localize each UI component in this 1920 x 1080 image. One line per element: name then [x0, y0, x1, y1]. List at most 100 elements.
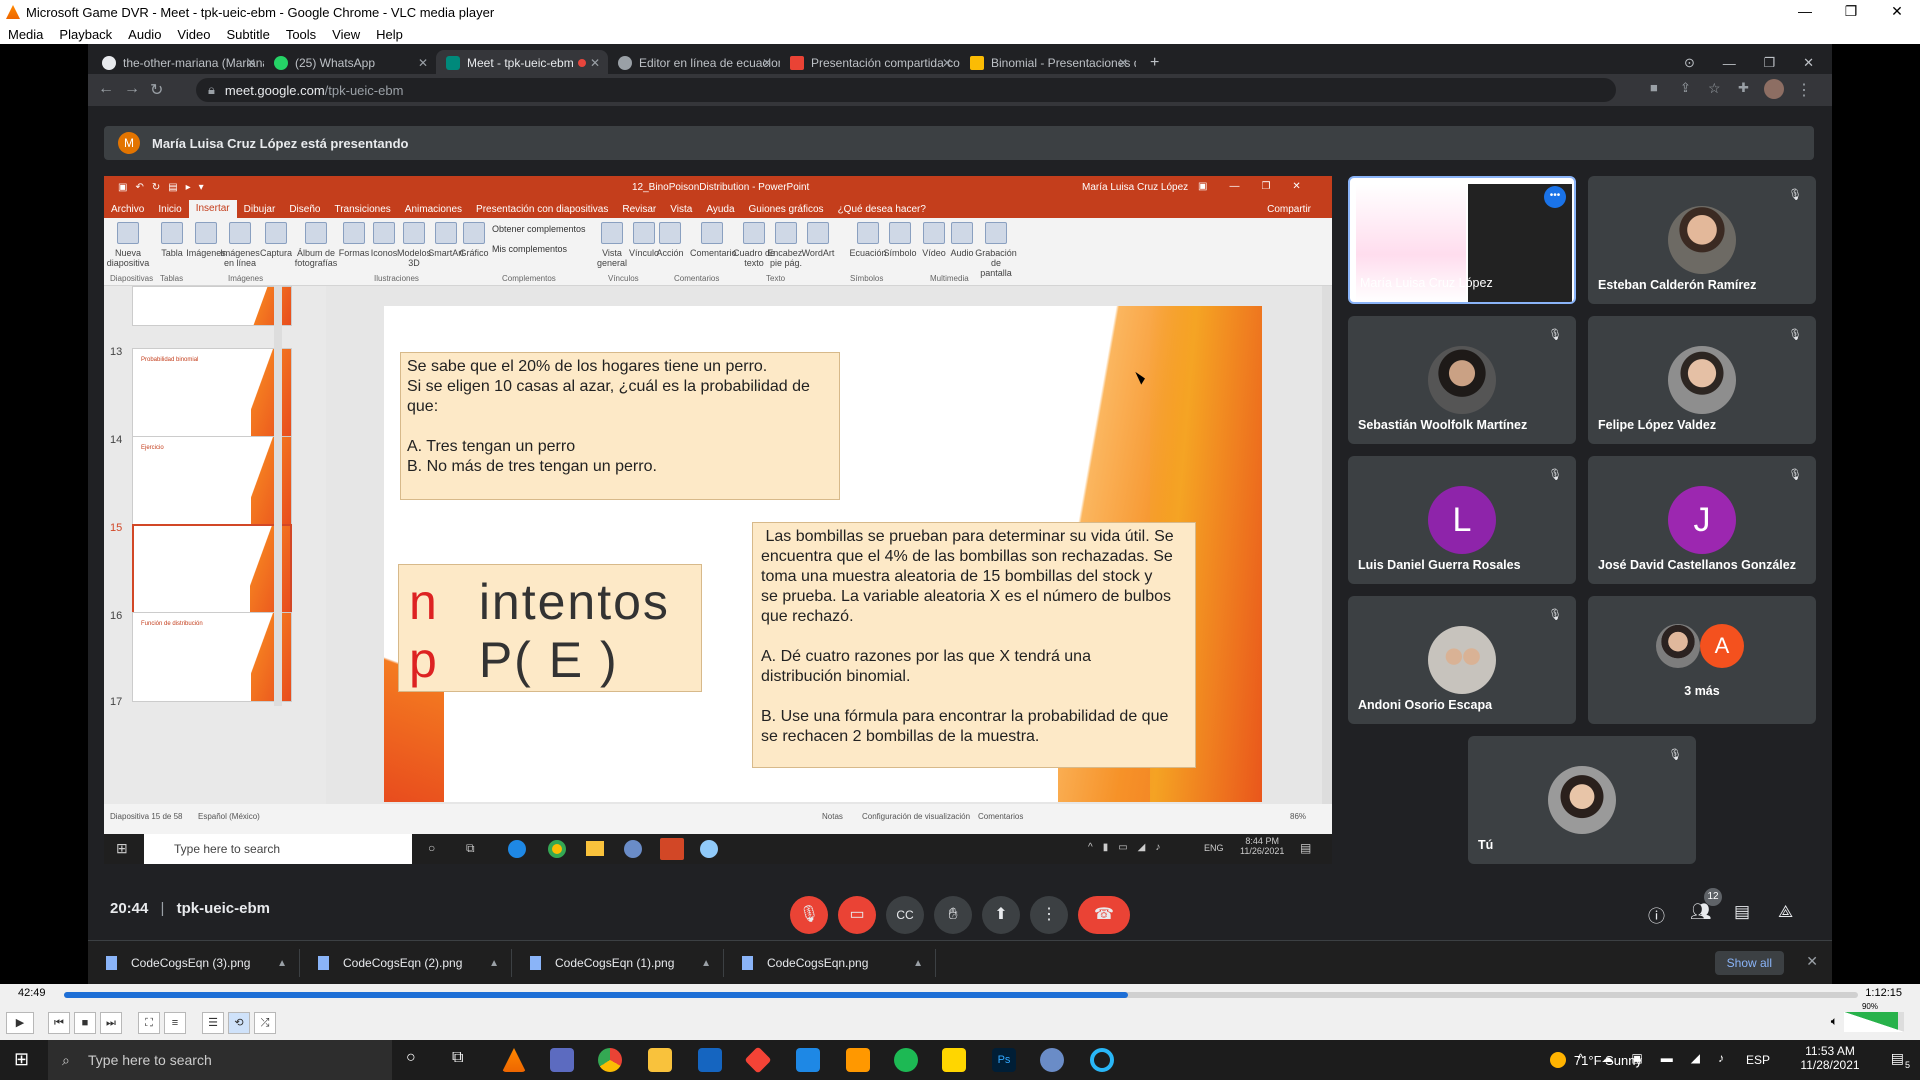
windows-start-icon[interactable]: ⊞: [14, 1049, 29, 1070]
edge-icon[interactable]: [508, 840, 526, 858]
close-tab-icon[interactable]: ✕: [762, 56, 772, 70]
close-button[interactable]: ✕: [1803, 55, 1814, 71]
minimize-button[interactable]: —: [1782, 0, 1828, 24]
close-downloads-icon[interactable]: ✕: [1806, 953, 1818, 970]
camera-toggle-button[interactable]: ▭: [838, 896, 876, 934]
menu-view[interactable]: View: [324, 27, 368, 42]
seek-bar[interactable]: [64, 992, 1858, 998]
menu-playback[interactable]: Playback: [51, 27, 120, 42]
chevron-up-icon[interactable]: ▲: [913, 958, 923, 969]
slide-thumbnail[interactable]: Función de distribución: [132, 612, 292, 702]
loop-button[interactable]: ⟲: [228, 1012, 250, 1034]
share-button[interactable]: Compartir: [1260, 204, 1318, 215]
slide-scrollbar[interactable]: [1322, 286, 1332, 804]
previous-button[interactable]: ⏮: [48, 1012, 70, 1034]
app-icon[interactable]: [700, 840, 718, 858]
participant-tile-presenter[interactable]: ••• María Luisa Cruz López: [1348, 176, 1576, 304]
git-icon[interactable]: [744, 1046, 772, 1074]
r-app-icon[interactable]: [1040, 1048, 1064, 1072]
play-button[interactable]: ▶: [6, 1012, 34, 1034]
display-settings-button[interactable]: Configuración de visualización: [862, 812, 970, 821]
extensions-icon[interactable]: ✚: [1738, 80, 1749, 96]
comments-button[interactable]: Comentarios: [978, 812, 1023, 821]
photoshop-icon[interactable]: Ps: [992, 1048, 1016, 1072]
minimize-button[interactable]: —: [1723, 56, 1736, 71]
fullscreen-button[interactable]: ⛶: [138, 1012, 160, 1034]
next-button[interactable]: ⏭: [100, 1012, 122, 1034]
share-icon[interactable]: ⇪: [1680, 80, 1691, 96]
task-view-icon[interactable]: ⧉: [452, 1049, 463, 1067]
tab-whatsapp[interactable]: (25) WhatsApp ✕: [264, 50, 436, 76]
app-icon[interactable]: [550, 1048, 574, 1072]
menu-help[interactable]: Help: [368, 27, 411, 42]
menu-media[interactable]: Media: [0, 27, 51, 42]
speaker-icon[interactable]: 🔈︎: [1831, 1014, 1838, 1029]
menu-video[interactable]: Video: [169, 27, 218, 42]
participant-tile-self[interactable]: 🎙︎ Tú: [1468, 736, 1696, 864]
slide-thumbnail[interactable]: Ejercicio: [132, 436, 292, 526]
ribbon-item[interactable]: WordArt: [796, 222, 840, 258]
ribbon-tab[interactable]: Inicio: [151, 204, 188, 215]
sublime-icon[interactable]: [846, 1048, 870, 1072]
powershell-icon[interactable]: [698, 1048, 722, 1072]
chrome-app-icon[interactable]: [598, 1048, 622, 1072]
mic-toggle-button[interactable]: 🎙︎: [790, 896, 828, 934]
leave-call-button[interactable]: ☎︎: [1078, 896, 1130, 934]
tab-meet[interactable]: Meet - tpk-ueic-ebm ✕: [436, 50, 608, 76]
tab-github[interactable]: the-other-mariana (Mariana Ával ✕: [92, 50, 264, 76]
chevron-up-icon[interactable]: ▲: [489, 958, 499, 969]
windows-start-icon[interactable]: ⊞: [116, 840, 128, 857]
file-explorer-icon[interactable]: [586, 841, 604, 856]
url-field[interactable]: 🔒︎ meet.google.com/tpk-ueic-ebm: [196, 78, 1616, 102]
participant-tile[interactable]: 🎙︎ Felipe López Valdez: [1588, 316, 1816, 444]
ribbon-tab[interactable]: Guiones gráficos: [742, 204, 831, 215]
ribbon-tab[interactable]: Animaciones: [398, 204, 469, 215]
maximize-button[interactable]: ❐: [1828, 0, 1874, 24]
r-app-icon[interactable]: [624, 840, 642, 858]
ribbon-tab-search[interactable]: ¿Qué desea hacer?: [831, 204, 933, 215]
notation-box[interactable]: n intentos p P( E ): [398, 564, 702, 692]
my-addins[interactable]: Mis complementos: [492, 244, 567, 254]
bookmark-star-icon[interactable]: ☆: [1708, 80, 1721, 97]
ribbon-item[interactable]: Comentario: [690, 222, 737, 258]
taskbar-search-box[interactable]: ⌕ Type here to search: [48, 1040, 392, 1080]
ribbon-tab[interactable]: Vista: [663, 204, 699, 215]
participant-tile[interactable]: 🎙︎ Esteban Calderón Ramírez: [1588, 176, 1816, 304]
close-button[interactable]: ✕: [1874, 0, 1920, 24]
chrome-icon[interactable]: [548, 840, 566, 858]
close-tab-icon[interactable]: ✕: [246, 56, 256, 70]
participant-tile[interactable]: 🎙︎ Andoni Osorio Escapa: [1348, 596, 1576, 724]
question-box-1[interactable]: Se sabe que el 20% de los hogares tiene …: [400, 352, 840, 500]
forward-icon[interactable]: →: [124, 80, 140, 98]
file-explorer-icon[interactable]: [648, 1048, 672, 1072]
spotify-icon[interactable]: [894, 1048, 918, 1072]
volume-slider[interactable]: [1844, 1012, 1904, 1032]
chevron-up-icon[interactable]: ▲: [701, 958, 711, 969]
ribbon-tab-active[interactable]: Insertar: [188, 200, 237, 218]
ribbon-item[interactable]: Gráfico: [452, 222, 496, 258]
captions-button[interactable]: CC: [886, 896, 924, 934]
participant-tile[interactable]: 🎙︎ Sebastián Woolfolk Martínez: [1348, 316, 1576, 444]
question-box-2[interactable]: Las bombillas se prueban para determinar…: [752, 522, 1196, 768]
notification-icon[interactable]: ▤: [1300, 841, 1311, 855]
vscode-icon[interactable]: [796, 1048, 820, 1072]
tab-slides[interactable]: Binomial - Presentaciones de Go ✕: [960, 50, 1136, 76]
tab-search-icon[interactable]: ⊙: [1684, 55, 1695, 71]
close-tab-icon[interactable]: ✕: [1118, 56, 1128, 70]
restore-button[interactable]: ❐: [1764, 55, 1776, 71]
sticky-notes-icon[interactable]: [942, 1048, 966, 1072]
menu-tools[interactable]: Tools: [278, 27, 324, 42]
participant-tile[interactable]: 🎙︎ J José David Castellanos González: [1588, 456, 1816, 584]
close-tab-icon[interactable]: ✕: [942, 56, 952, 70]
ribbon-tab[interactable]: Archivo: [104, 204, 151, 215]
close-tab-icon[interactable]: ✕: [418, 56, 428, 70]
cortana-icon[interactable]: ○: [428, 841, 435, 855]
ribbon-item[interactable]: Nueva diapositiva: [106, 222, 150, 268]
slide-thumbnail[interactable]: Probabilidad binomial: [132, 348, 292, 438]
cortana-icon[interactable]: ○: [406, 1049, 416, 1067]
meeting-details-icon[interactable]: ⓘ: [1648, 902, 1665, 927]
menu-audio[interactable]: Audio: [120, 27, 169, 42]
back-icon[interactable]: ←: [98, 80, 114, 98]
ribbon-item[interactable]: Grabación de pantalla: [974, 222, 1018, 278]
ribbon-tab[interactable]: Presentación con diapositivas: [469, 204, 615, 215]
